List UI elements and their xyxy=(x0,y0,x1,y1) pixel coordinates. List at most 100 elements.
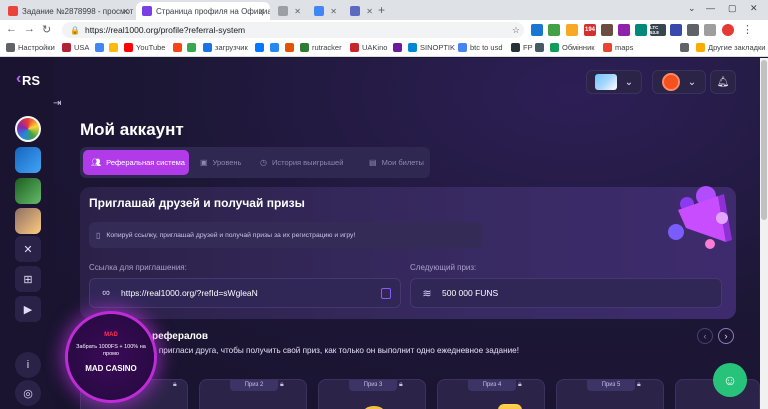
close-icon[interactable]: ✕ xyxy=(366,7,373,16)
tab-search-icon[interactable]: ⌄ xyxy=(688,3,696,14)
lock-icon: 🔒︎ xyxy=(399,381,403,388)
extension-icon[interactable] xyxy=(548,24,560,36)
tab-win-history[interactable]: ◷ История выигрышей xyxy=(252,150,352,175)
address-bar[interactable]: 🔒 https://real1000.org/profile?referral-… xyxy=(62,22,524,38)
extensions-puzzle-icon[interactable] xyxy=(687,24,699,36)
bookmark-exchanger[interactable]: Обмінник xyxy=(550,43,595,52)
profile-dropdown[interactable]: ⌄ xyxy=(652,70,706,94)
sidebar-icon[interactable] xyxy=(704,24,716,36)
scrollbar-thumb[interactable] xyxy=(761,60,767,220)
next-arrow-button[interactable]: › xyxy=(718,328,734,344)
bookmark-icon[interactable] xyxy=(187,43,199,52)
nav-gift-icon[interactable]: ⊞ xyxy=(15,266,41,292)
extension-icon[interactable] xyxy=(635,24,647,36)
nav-ticket-icon[interactable]: ✕ xyxy=(15,236,41,262)
copy-icon[interactable] xyxy=(381,288,391,299)
referrals-subtitle: и пригласи друга, чтобы получить свой пр… xyxy=(152,346,519,355)
bookmark-icon[interactable] xyxy=(109,43,121,52)
bookmark-yandex[interactable] xyxy=(173,43,185,52)
nav-wheel-icon[interactable] xyxy=(15,116,41,142)
reload-icon[interactable]: ↻ xyxy=(42,23,51,36)
extension-icon[interactable] xyxy=(670,24,682,36)
browser-tab-4[interactable]: ✕ xyxy=(308,2,342,20)
account-tabs: 👥︎ Реферальная система ▣ Уровень ◷ Истор… xyxy=(80,147,430,178)
phone-icon: ▯ xyxy=(96,230,101,240)
extension-icon[interactable] xyxy=(566,24,578,36)
browser-tab-task[interactable]: Задание №2878998 - просмотр р ✕ xyxy=(2,2,134,20)
nav-video-icon[interactable]: ▶ xyxy=(15,296,41,322)
extension-icon[interactable] xyxy=(601,24,613,36)
close-icon[interactable]: ✕ xyxy=(294,7,301,16)
coins-icon: ≋ xyxy=(422,287,432,300)
ticket-icon: ▤ xyxy=(369,158,377,167)
nav-gift-box-icon[interactable] xyxy=(15,178,41,204)
close-icon[interactable]: ✕ xyxy=(122,7,129,16)
bookmark-uakino[interactable]: UAKino xyxy=(350,43,387,52)
users-icon: 👥︎ xyxy=(91,158,102,167)
browser-tab-5[interactable]: ✕ xyxy=(344,2,378,20)
mad-casino-promo[interactable]: MAD Забрать 1000FS + 100% на промо MAD C… xyxy=(68,314,154,400)
minimize-icon[interactable]: — xyxy=(706,3,715,13)
bookmark-downloader[interactable]: загрузчик xyxy=(203,43,248,52)
support-chat-button[interactable]: ☺ xyxy=(713,363,747,397)
globe-icon[interactable]: ◎ xyxy=(15,380,41,406)
bookmark-btc[interactable]: btc to usd xyxy=(458,43,503,52)
menu-dots-icon[interactable]: ⋮ xyxy=(742,23,753,36)
bookmark-icon[interactable] xyxy=(393,43,405,52)
prize-card-4[interactable]: Приз 4 🔒︎ xyxy=(437,379,545,409)
bookmark-star-icon[interactable]: ☆ xyxy=(512,25,520,36)
bookmark-maps[interactable]: maps xyxy=(603,43,633,52)
bookmark-rutracker[interactable]: rutracker xyxy=(300,43,342,52)
close-icon[interactable]: ✕ xyxy=(258,7,265,16)
tab-my-tickets[interactable]: ▤ Мои билеты xyxy=(361,150,427,175)
referrals-title: рефералов xyxy=(152,331,208,342)
bookmark-settings[interactable]: Настройки xyxy=(6,43,55,52)
bookmark-icon[interactable] xyxy=(535,43,547,52)
collapse-sidebar-icon[interactable]: ⇥ xyxy=(53,98,61,109)
prize-card-3[interactable]: Приз 3 🔒︎ xyxy=(318,379,426,409)
extension-icon[interactable] xyxy=(618,24,630,36)
bookmark-youtube[interactable]: YouTube xyxy=(124,43,165,52)
prize-card-2[interactable]: Приз 2 🔒︎ xyxy=(199,379,307,409)
tab-title: Задание №2878998 - просмотр р xyxy=(22,6,134,16)
browser-tab-3[interactable]: ✕ xyxy=(272,2,306,20)
new-tab-button[interactable]: + xyxy=(378,3,385,17)
bookmark-icon[interactable] xyxy=(285,43,297,52)
back-icon[interactable]: ← xyxy=(6,23,17,35)
nav-chest-icon[interactable] xyxy=(15,208,41,234)
url-text: https://real1000.org/profile?referral-sy… xyxy=(84,25,246,35)
bookmark-usa[interactable]: USA xyxy=(62,43,89,52)
lock-icon: 🔒︎ xyxy=(280,381,284,388)
forward-icon[interactable]: → xyxy=(24,23,35,35)
prize-card-5[interactable]: Приз 5 🔒︎ xyxy=(556,379,664,409)
mad-name: MAD CASINO xyxy=(85,364,137,373)
ltc-price-icon[interactable]: LTC 53.8 xyxy=(650,24,666,36)
tab-level[interactable]: ▣ Уровень xyxy=(192,150,248,175)
bookmark-sinoptik[interactable]: SINOPTIK xyxy=(408,43,455,52)
bookmark-vk[interactable] xyxy=(255,43,267,52)
tab-label: Мои билеты xyxy=(381,158,424,167)
invite-card: Приглашай друзей и получай призы ▯ Копир… xyxy=(80,187,736,319)
bookmark-fp[interactable]: FP xyxy=(511,43,533,52)
browser-tab-profile[interactable]: Страница профиля на Официальн ✕ xyxy=(136,2,270,20)
megaphone-illustration xyxy=(668,186,732,249)
bookmark-other[interactable]: Другие закладки xyxy=(696,43,765,52)
info-icon[interactable]: i xyxy=(15,352,41,378)
close-icon[interactable]: ✕ xyxy=(330,7,337,16)
referral-link-field[interactable]: ∞ https://real1000.org/?refId=sWgleaN xyxy=(89,278,401,308)
nav-trophy-icon[interactable] xyxy=(15,147,41,173)
prev-arrow-button[interactable]: ‹ xyxy=(697,328,713,344)
bookmark-icon[interactable] xyxy=(270,43,282,52)
bookmarks-bar: Настройки USA YouTube загрузчик rutracke… xyxy=(0,40,768,57)
profile-avatar[interactable] xyxy=(722,24,734,36)
notifications-button[interactable]: 🔔︎ xyxy=(710,70,736,94)
bookmark-icon[interactable] xyxy=(680,43,692,52)
extension-badge-icon[interactable]: 194 xyxy=(584,24,596,36)
bookmark-google[interactable] xyxy=(95,43,107,52)
site-logo[interactable]: ‹ RS xyxy=(16,70,42,92)
maximize-icon[interactable]: ▢ xyxy=(728,3,737,14)
tab-referral-system[interactable]: 👥︎ Реферальная система xyxy=(83,150,189,175)
window-close-icon[interactable]: ✕ xyxy=(750,3,758,14)
balance-dropdown[interactable]: ⌄ xyxy=(586,70,642,94)
extension-icon[interactable] xyxy=(531,24,543,36)
